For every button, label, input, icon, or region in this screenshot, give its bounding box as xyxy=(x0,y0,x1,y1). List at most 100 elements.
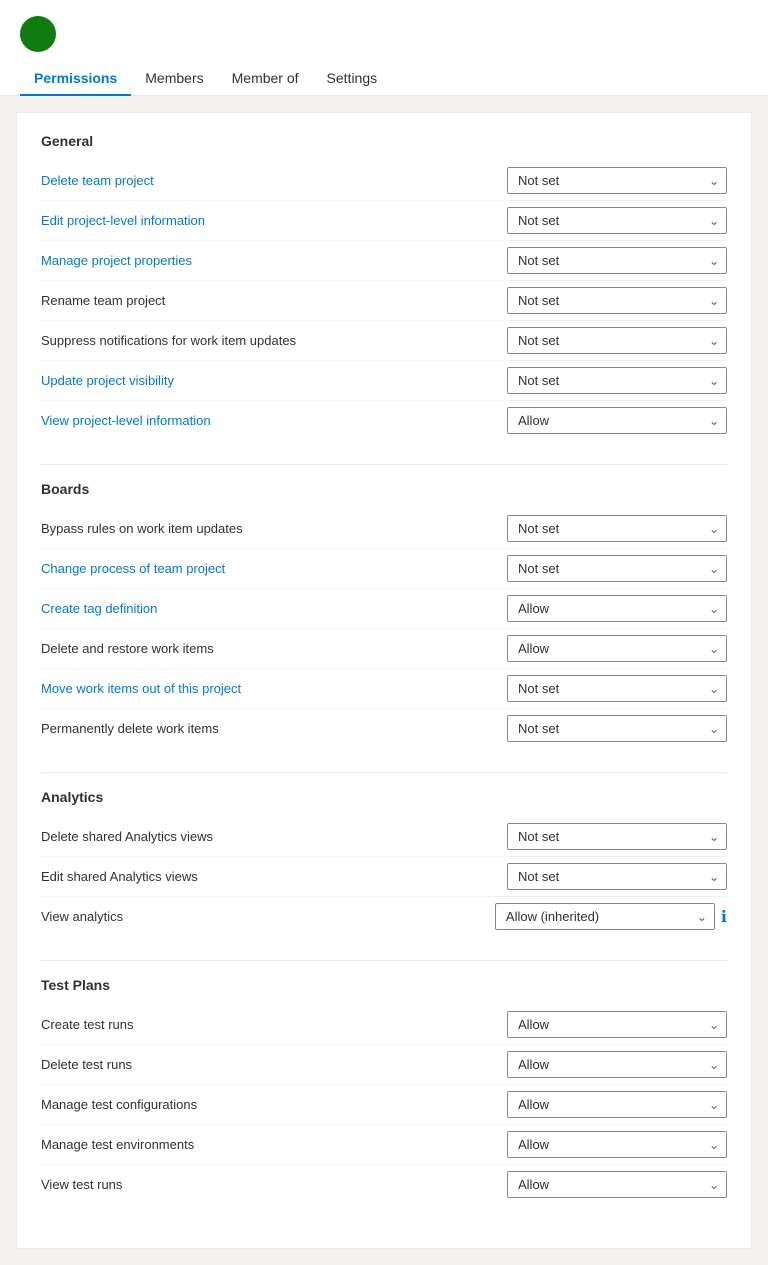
permission-select[interactable]: Not setAllowDenyAllow (inherited)Deny (i… xyxy=(507,635,727,662)
permission-select-wrapper: Not setAllowDenyAllow (inherited)Deny (i… xyxy=(507,247,727,274)
permission-row: Update project visibilityNot setAllowDen… xyxy=(41,361,727,401)
permission-select-wrapper: Not setAllowDenyAllow (inherited)Deny (i… xyxy=(507,1131,727,1158)
select-container: Not setAllowDenyAllow (inherited)Deny (i… xyxy=(507,367,727,394)
permission-label: Bypass rules on work item updates xyxy=(41,521,507,536)
section-general: GeneralDelete team projectNot setAllowDe… xyxy=(41,133,727,440)
permission-select-wrapper: Not setAllowDenyAllow (inherited)Deny (i… xyxy=(507,327,727,354)
permission-label: Delete test runs xyxy=(41,1057,507,1072)
permissions-card: GeneralDelete team projectNot setAllowDe… xyxy=(16,112,752,1249)
select-container: Not setAllowDenyAllow (inherited)Deny (i… xyxy=(507,287,727,314)
permission-row: Suppress notifications for work item upd… xyxy=(41,321,727,361)
select-container: Not setAllowDenyAllow (inherited)Deny (i… xyxy=(507,1171,727,1198)
permission-row: Delete shared Analytics viewsNot setAllo… xyxy=(41,817,727,857)
permission-select[interactable]: Not setAllowDenyAllow (inherited)Deny (i… xyxy=(507,1131,727,1158)
permission-label: Rename team project xyxy=(41,293,507,308)
select-container: Not setAllowDenyAllow (inherited)Deny (i… xyxy=(507,1051,727,1078)
permission-select-wrapper: Not setAllowDenyAllow (inherited)Deny (i… xyxy=(495,903,727,930)
permission-row: Manage project propertiesNot setAllowDen… xyxy=(41,241,727,281)
select-container: Not setAllowDenyAllow (inherited)Deny (i… xyxy=(507,823,727,850)
select-container: Not setAllowDenyAllow (inherited)Deny (i… xyxy=(507,595,727,622)
permission-row: Create test runsNot setAllowDenyAllow (i… xyxy=(41,1005,727,1045)
permission-select[interactable]: Not setAllowDenyAllow (inherited)Deny (i… xyxy=(507,407,727,434)
permission-row: Bypass rules on work item updatesNot set… xyxy=(41,509,727,549)
permission-select[interactable]: Not setAllowDenyAllow (inherited)Deny (i… xyxy=(507,1171,727,1198)
permission-select-wrapper: Not setAllowDenyAllow (inherited)Deny (i… xyxy=(507,715,727,742)
permission-select[interactable]: Not setAllowDenyAllow (inherited)Deny (i… xyxy=(507,1051,727,1078)
tab-members[interactable]: Members xyxy=(131,62,217,96)
select-container: Not setAllowDenyAllow (inherited)Deny (i… xyxy=(507,515,727,542)
section-title-analytics: Analytics xyxy=(41,789,727,805)
permission-label: View test runs xyxy=(41,1177,507,1192)
permission-label[interactable]: Move work items out of this project xyxy=(41,681,507,696)
permission-select[interactable]: Not setAllowDenyAllow (inherited)Deny (i… xyxy=(507,327,727,354)
permission-select-wrapper: Not setAllowDenyAllow (inherited)Deny (i… xyxy=(507,287,727,314)
permission-row: View analyticsNot setAllowDenyAllow (inh… xyxy=(41,897,727,936)
permission-select[interactable]: Not setAllowDenyAllow (inherited)Deny (i… xyxy=(507,167,727,194)
permission-select-wrapper: Not setAllowDenyAllow (inherited)Deny (i… xyxy=(507,823,727,850)
permission-select-wrapper: Not setAllowDenyAllow (inherited)Deny (i… xyxy=(507,1091,727,1118)
permission-select[interactable]: Not setAllowDenyAllow (inherited)Deny (i… xyxy=(507,555,727,582)
page-header: Permissions Members Member of Settings xyxy=(0,0,768,96)
section-title-general: General xyxy=(41,133,727,149)
tab-permissions[interactable]: Permissions xyxy=(20,62,131,96)
permission-select[interactable]: Not setAllowDenyAllow (inherited)Deny (i… xyxy=(507,515,727,542)
permission-select[interactable]: Not setAllowDenyAllow (inherited)Deny (i… xyxy=(507,595,727,622)
permission-label[interactable]: View project-level information xyxy=(41,413,507,428)
permission-label: Create test runs xyxy=(41,1017,507,1032)
permission-label[interactable]: Update project visibility xyxy=(41,373,507,388)
section-divider xyxy=(41,960,727,961)
section-boards: BoardsBypass rules on work item updatesN… xyxy=(41,481,727,748)
tab-member-of[interactable]: Member of xyxy=(218,62,313,96)
permission-label[interactable]: Change process of team project xyxy=(41,561,507,576)
permission-label: Permanently delete work items xyxy=(41,721,507,736)
select-container: Not setAllowDenyAllow (inherited)Deny (i… xyxy=(495,903,715,930)
select-container: Not setAllowDenyAllow (inherited)Deny (i… xyxy=(507,675,727,702)
nav-tabs: Permissions Members Member of Settings xyxy=(20,62,748,95)
permission-select[interactable]: Not setAllowDenyAllow (inherited)Deny (i… xyxy=(507,247,727,274)
permission-label[interactable]: Manage project properties xyxy=(41,253,507,268)
main-content: GeneralDelete team projectNot setAllowDe… xyxy=(0,96,768,1265)
permission-select[interactable]: Not setAllowDenyAllow (inherited)Deny (i… xyxy=(507,287,727,314)
section-title-boards: Boards xyxy=(41,481,727,497)
select-container: Not setAllowDenyAllow (inherited)Deny (i… xyxy=(507,167,727,194)
permission-select[interactable]: Not setAllowDenyAllow (inherited)Deny (i… xyxy=(507,715,727,742)
permission-select[interactable]: Not setAllowDenyAllow (inherited)Deny (i… xyxy=(507,1011,727,1038)
section-divider xyxy=(41,772,727,773)
permission-select-wrapper: Not setAllowDenyAllow (inherited)Deny (i… xyxy=(507,595,727,622)
permission-row: View test runsNot setAllowDenyAllow (inh… xyxy=(41,1165,727,1204)
permission-label: Suppress notifications for work item upd… xyxy=(41,333,507,348)
permission-label: Edit shared Analytics views xyxy=(41,869,507,884)
info-icon[interactable]: ℹ xyxy=(721,907,727,927)
permission-select[interactable]: Not setAllowDenyAllow (inherited)Deny (i… xyxy=(507,863,727,890)
avatar xyxy=(20,16,56,52)
permission-row: Rename team projectNot setAllowDenyAllow… xyxy=(41,281,727,321)
permission-select[interactable]: Not setAllowDenyAllow (inherited)Deny (i… xyxy=(495,903,715,930)
permission-row: Edit project-level informationNot setAll… xyxy=(41,201,727,241)
permission-row: Manage test environmentsNot setAllowDeny… xyxy=(41,1125,727,1165)
select-container: Not setAllowDenyAllow (inherited)Deny (i… xyxy=(507,1131,727,1158)
permission-select-wrapper: Not setAllowDenyAllow (inherited)Deny (i… xyxy=(507,675,727,702)
select-container: Not setAllowDenyAllow (inherited)Deny (i… xyxy=(507,327,727,354)
permission-select-wrapper: Not setAllowDenyAllow (inherited)Deny (i… xyxy=(507,407,727,434)
permission-select[interactable]: Not setAllowDenyAllow (inherited)Deny (i… xyxy=(507,207,727,234)
permission-select-wrapper: Not setAllowDenyAllow (inherited)Deny (i… xyxy=(507,167,727,194)
select-container: Not setAllowDenyAllow (inherited)Deny (i… xyxy=(507,715,727,742)
select-container: Not setAllowDenyAllow (inherited)Deny (i… xyxy=(507,635,727,662)
permission-select[interactable]: Not setAllowDenyAllow (inherited)Deny (i… xyxy=(507,367,727,394)
section-analytics: Analytics Delete shared Analytics viewsNo… xyxy=(41,789,727,936)
permission-select[interactable]: Not setAllowDenyAllow (inherited)Deny (i… xyxy=(507,1091,727,1118)
permission-row: Delete test runsNot setAllowDenyAllow (i… xyxy=(41,1045,727,1085)
permission-label[interactable]: Create tag definition xyxy=(41,601,507,616)
select-container: Not setAllowDenyAllow (inherited)Deny (i… xyxy=(507,247,727,274)
permission-label[interactable]: Delete team project xyxy=(41,173,507,188)
permission-row: Delete team projectNot setAllowDenyAllow… xyxy=(41,161,727,201)
permission-label[interactable]: Edit project-level information xyxy=(41,213,507,228)
permission-select[interactable]: Not setAllowDenyAllow (inherited)Deny (i… xyxy=(507,675,727,702)
select-container: Not setAllowDenyAllow (inherited)Deny (i… xyxy=(507,207,727,234)
permission-row: Manage test configurationsNot setAllowDe… xyxy=(41,1085,727,1125)
tab-settings[interactable]: Settings xyxy=(313,62,392,96)
permission-select[interactable]: Not setAllowDenyAllow (inherited)Deny (i… xyxy=(507,823,727,850)
permission-label: Manage test environments xyxy=(41,1137,507,1152)
permission-select-wrapper: Not setAllowDenyAllow (inherited)Deny (i… xyxy=(507,367,727,394)
permission-label: Delete and restore work items xyxy=(41,641,507,656)
